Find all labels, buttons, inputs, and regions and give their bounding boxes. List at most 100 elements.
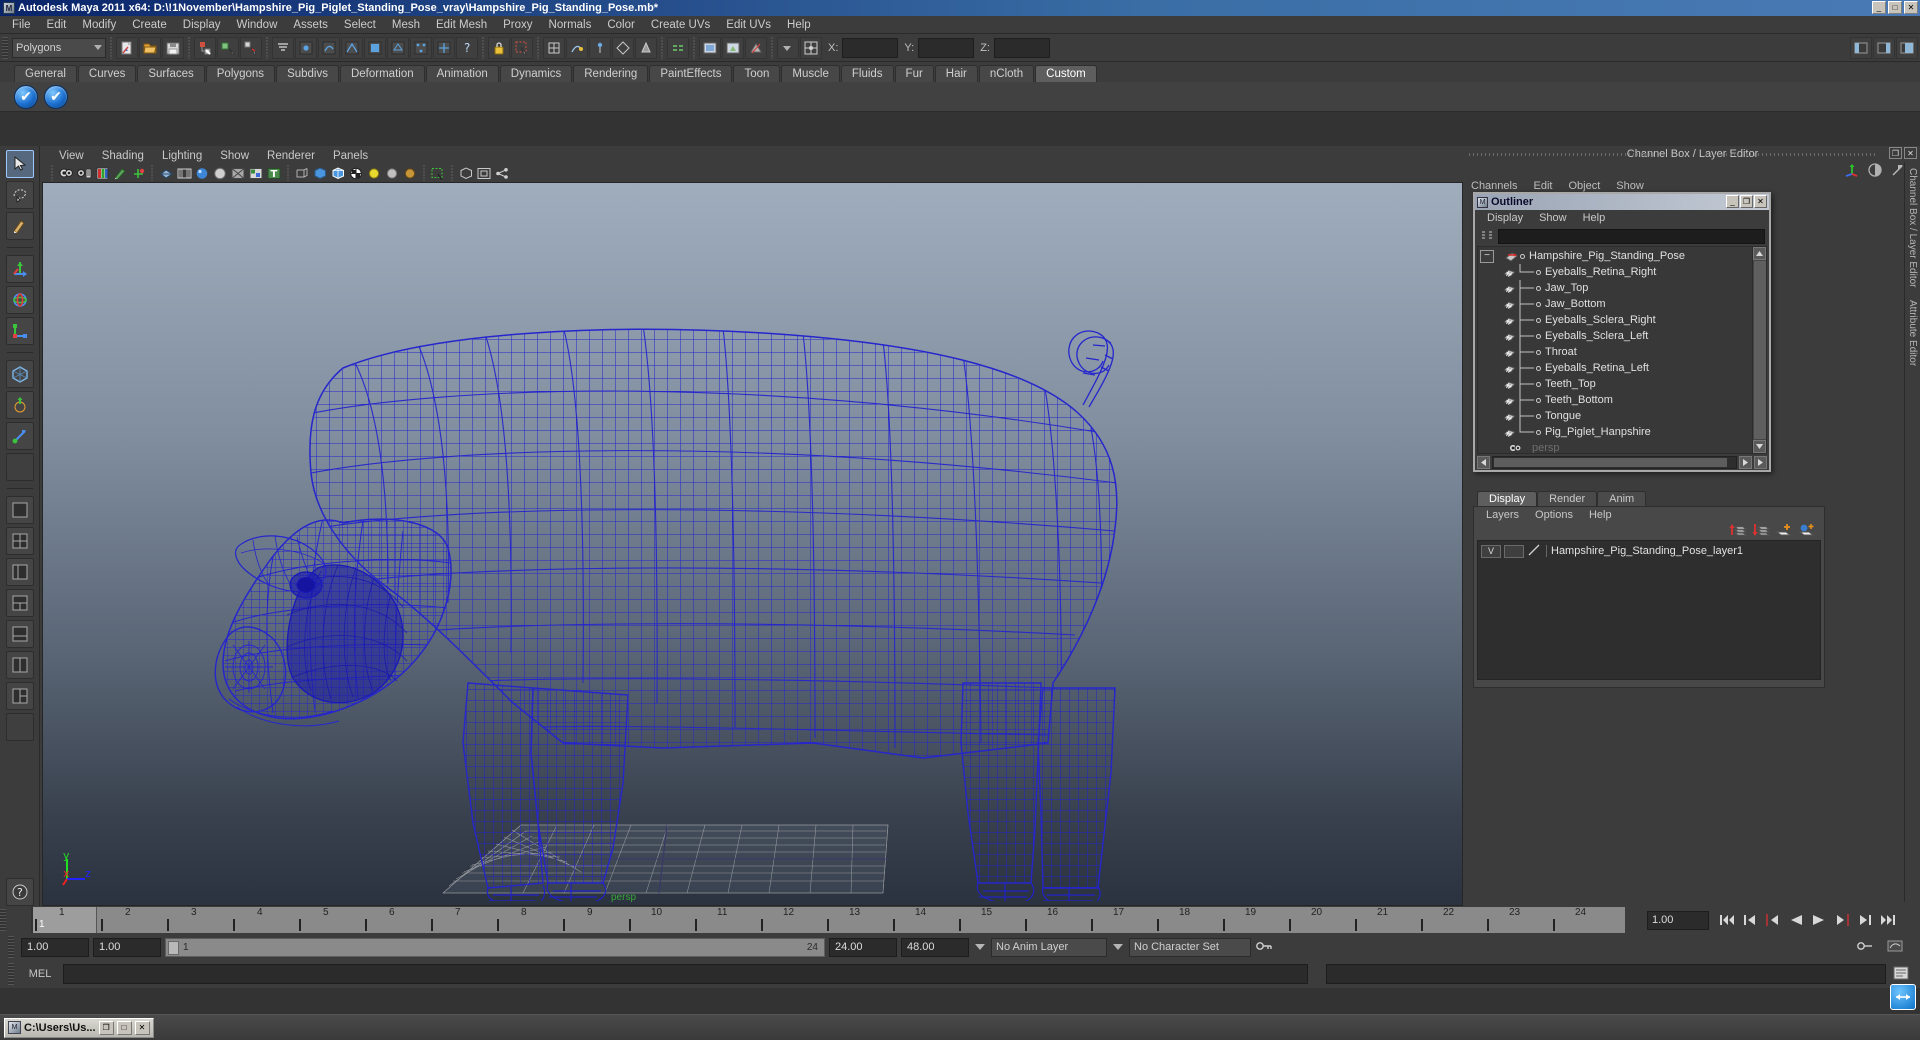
taskbar-item[interactable]: M C:\Users\Us... ❐ □ ✕: [4, 1017, 154, 1038]
camera-icon[interactable]: [58, 165, 74, 181]
share-icon[interactable]: [494, 165, 510, 181]
menu-file[interactable]: File: [4, 18, 39, 32]
layer-menu-layers[interactable]: Layers: [1478, 509, 1527, 521]
outliner-row-throat[interactable]: Throat: [1478, 344, 1752, 360]
select-tool[interactable]: [5, 150, 34, 178]
scroll-up-icon[interactable]: [1753, 247, 1766, 260]
paint-select-tool[interactable]: [5, 212, 34, 240]
animation-preferences-icon[interactable]: [1886, 939, 1904, 956]
render-current-frame-button[interactable]: [699, 36, 721, 59]
close-button[interactable]: ✕: [1904, 1, 1918, 14]
layer-list[interactable]: V Hampshire_Pig_Standing_Pose_layer1: [1477, 540, 1821, 680]
command-input[interactable]: [63, 964, 1308, 984]
layout-extra-slot[interactable]: [5, 713, 34, 741]
z-field[interactable]: [993, 37, 1050, 58]
manipulator-axis-icon[interactable]: [1844, 162, 1860, 181]
viewport-menu-lighting[interactable]: Lighting: [153, 150, 211, 162]
outliner-menu-display[interactable]: Display: [1479, 212, 1531, 224]
outliner-row-eyeballs-retina-right[interactable]: Eyeballs_Retina_Right: [1478, 264, 1752, 280]
hull-box-icon[interactable]: [458, 165, 474, 181]
component-mask-button[interactable]: [272, 36, 294, 59]
menu-edit-mesh[interactable]: Edit Mesh: [428, 18, 495, 32]
textured-icon[interactable]: [248, 165, 264, 181]
outliner-minimize-button[interactable]: _: [1726, 195, 1739, 208]
shelf-tab-rendering[interactable]: Rendering: [573, 65, 649, 82]
bounding-box-icon[interactable]: [294, 165, 310, 181]
new-layer-from-selected-icon[interactable]: [1798, 522, 1816, 540]
menu-mesh[interactable]: Mesh: [384, 18, 428, 32]
step-back-frame-icon[interactable]: [1763, 910, 1783, 930]
viewport-menu-shading[interactable]: Shading: [93, 150, 153, 162]
menu-modify[interactable]: Modify: [74, 18, 124, 32]
save-scene-button[interactable]: [162, 36, 184, 59]
outliner-hscroll-track[interactable]: [1492, 455, 1737, 469]
y-field[interactable]: [918, 37, 975, 58]
shelf-tab-surfaces[interactable]: Surfaces: [137, 65, 205, 82]
wireframe-icon[interactable]: [158, 165, 174, 181]
shelf-tab-subdivs[interactable]: Subdivs: [276, 65, 339, 82]
construction-history-button[interactable]: [667, 36, 689, 59]
shaded-cube-icon[interactable]: [312, 165, 328, 181]
layout-single-perspective[interactable]: [5, 496, 34, 524]
maximize-button[interactable]: □: [1888, 1, 1902, 14]
layer-menu-options[interactable]: Options: [1527, 509, 1581, 521]
snap-viewplane-button[interactable]: [635, 36, 657, 59]
render-settings-button[interactable]: [745, 36, 767, 59]
menu-assets[interactable]: Assets: [285, 18, 336, 32]
flat-shade-icon[interactable]: [212, 165, 228, 181]
menu-help[interactable]: Help: [779, 18, 819, 32]
shelf-grip[interactable]: [2, 38, 10, 82]
lasso-tool[interactable]: [5, 181, 34, 209]
outliner-row-teeth-bottom[interactable]: Teeth_Bottom: [1478, 392, 1752, 408]
side-tab-attribute-editor[interactable]: Attribute Editor: [1907, 294, 1918, 372]
xray-joints-icon[interactable]: [130, 165, 146, 181]
x-field[interactable]: [842, 37, 899, 58]
mask-lines-button[interactable]: [341, 36, 363, 59]
paint-effects-icon[interactable]: [112, 165, 128, 181]
layout-hypergraph-persp[interactable]: [5, 589, 34, 617]
outliner-menu-help[interactable]: Help: [1575, 212, 1614, 224]
shelf-tab-hair[interactable]: Hair: [934, 65, 978, 82]
help-tool[interactable]: ?: [5, 878, 34, 906]
script-editor-icon[interactable]: [1892, 965, 1910, 984]
select-by-object-button[interactable]: [217, 36, 239, 59]
range-slider-handle-left[interactable]: [168, 940, 179, 955]
outliner-scroll-thumb[interactable]: [1753, 261, 1766, 439]
menu-window[interactable]: Window: [228, 18, 285, 32]
outliner-hscroll-thumb[interactable]: [1494, 457, 1728, 467]
show-manipulator-tool[interactable]: [5, 422, 34, 450]
last-tool-used[interactable]: [5, 453, 34, 481]
select-by-component-button[interactable]: [240, 36, 262, 59]
camera-attributes-icon[interactable]: [76, 165, 92, 181]
outliner-row-tongue[interactable]: Tongue: [1478, 408, 1752, 424]
shelf-tab-general[interactable]: General: [14, 65, 77, 82]
show-hide-attribute-editor-button[interactable]: [1873, 36, 1895, 59]
key-icon[interactable]: [1255, 939, 1273, 956]
layer-down-icon[interactable]: [1752, 522, 1771, 540]
anim-layer-selector[interactable]: No Anim Layer: [991, 937, 1107, 957]
toggle-xyz-fields-button[interactable]: [777, 36, 799, 59]
character-set-selector[interactable]: No Character Set: [1129, 937, 1251, 957]
outliner-window[interactable]: M Outliner _ ❐ ✕ Display Show Help − Ham…: [1473, 192, 1771, 472]
text-icon[interactable]: T: [266, 165, 282, 181]
shelf-tab-muscle[interactable]: Muscle: [781, 65, 840, 82]
menu-create[interactable]: Create: [124, 18, 175, 32]
check-icon[interactable]: ✔: [14, 84, 38, 109]
menu-display[interactable]: Display: [175, 18, 229, 32]
shelf-tab-dynamics[interactable]: Dynamics: [499, 65, 573, 82]
playback-end-field[interactable]: 48.00: [901, 937, 969, 957]
perspective-viewport[interactable]: y z x persp: [42, 182, 1463, 906]
tab-display[interactable]: Display: [1477, 491, 1538, 506]
layer-playback-toggle[interactable]: [1504, 544, 1524, 558]
shelf-tab-toon[interactable]: Toon: [733, 65, 781, 82]
filter-icon[interactable]: [1479, 229, 1495, 243]
light-gray-icon[interactable]: [384, 165, 400, 181]
shelf-tab-polygons[interactable]: Polygons: [205, 65, 276, 82]
snap-grid-button[interactable]: [543, 36, 565, 59]
play-backwards-icon[interactable]: [1786, 910, 1806, 930]
layout-two-panes-side[interactable]: [5, 651, 34, 679]
layer-up-icon[interactable]: [1729, 522, 1748, 540]
viewport-menu-panels[interactable]: Panels: [324, 150, 377, 162]
light-yellow-icon[interactable]: [366, 165, 382, 181]
shaded-wire-cube-icon[interactable]: [330, 165, 346, 181]
